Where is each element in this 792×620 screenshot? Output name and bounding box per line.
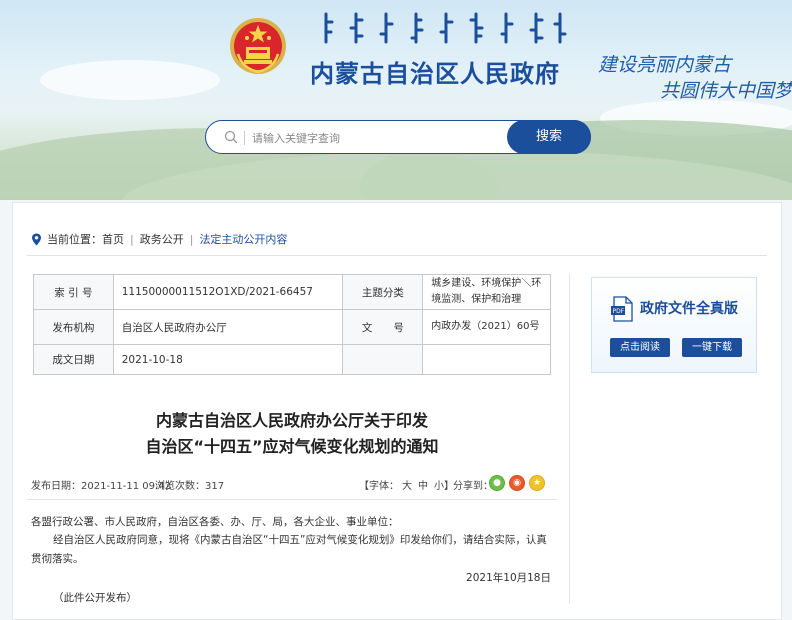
slogan-line1: 建设亮丽内蒙古 (598, 54, 732, 76)
breadcrumb-separator: | (130, 232, 134, 246)
search-icon (224, 130, 238, 144)
signing-date: 2021年10月18日 (466, 572, 551, 584)
download-button[interactable]: 一键下载 (682, 338, 742, 357)
pdf-document-icon: PDF (611, 296, 633, 322)
breadcrumb-current[interactable]: 法定主动公开内容 (199, 231, 287, 247)
search-input[interactable] (252, 129, 502, 147)
empty-cell (342, 344, 424, 375)
article-meta: 发布日期：2021-11-11 09:42 浏览次数：317 【字体：大中小】 … (31, 475, 551, 493)
date-value: 2021-10-18 (112, 344, 344, 375)
search-button[interactable]: 搜索 (507, 120, 591, 154)
document-info-table: 索 引 号 11150000011512O1XD/2021-66457 主题分类… (33, 274, 551, 375)
article-title-line2: 自治区“十四五”应对气候变化规划的通知 (145, 437, 439, 456)
read-online-button[interactable]: 点击阅读 (610, 338, 670, 357)
font-size-switcher: 【字体：大中小】 (359, 477, 457, 492)
favorite-star-icon[interactable]: ★ (529, 475, 545, 491)
content-card: 当前位置： 首页 | 政务公开 | 法定主动公开内容 索 引 号 1115000… (12, 202, 782, 620)
table-row: 成文日期 2021-10-18 (33, 344, 551, 375)
date-label: 成文日期 (33, 344, 114, 375)
sidebar-divider (569, 274, 570, 604)
cloud-decoration (40, 60, 220, 100)
mongolian-script-logo (324, 12, 567, 44)
svg-text:PDF: PDF (613, 308, 625, 315)
article-paragraph-addressees: 各盟行政公署、市人民政府，自治区各委、办、厅、局，各大企业、事业单位： (31, 516, 399, 528)
table-row: 索 引 号 11150000011512O1XD/2021-66457 主题分类… (33, 274, 551, 310)
publication-note: （此件公开发布） (53, 592, 137, 604)
topic-value: 城乡建设、环境保护＼环境监测、保护和治理 (422, 274, 551, 310)
issuer-value: 自治区人民政府办公厅 (112, 309, 344, 345)
breadcrumb-divider (27, 255, 767, 256)
docno-value: 内政办发（2021）60号 (422, 309, 551, 345)
topic-label: 主题分类 (342, 274, 424, 310)
index-value: 11150000011512O1XD/2021-66457 (112, 274, 344, 310)
view-count: 浏览次数：317 (155, 481, 225, 492)
issuer-label: 发布机构 (33, 309, 114, 345)
location-pin-icon (32, 233, 41, 245)
weibo-share-icon[interactable]: ◉ (509, 475, 525, 491)
font-small-button[interactable]: 小】 (434, 481, 454, 492)
site-title: 内蒙古自治区人民政府 (310, 60, 560, 88)
publish-date: 发布日期：2021-11-11 09:42 (31, 481, 172, 492)
share-label: 分享到： (453, 481, 493, 492)
index-label: 索 引 号 (33, 274, 114, 310)
docno-label: 文 号 (342, 309, 424, 345)
slogan-line2: 共圆伟大中国梦 (660, 80, 792, 102)
breadcrumb-gov-open[interactable]: 政务公开 (140, 231, 184, 247)
search-divider (244, 131, 245, 145)
header-banner: 内蒙古自治区人民政府 建设亮丽内蒙古 共圆伟大中国梦 搜索 (0, 0, 792, 200)
search-bar: 搜索 (205, 120, 591, 154)
breadcrumb-separator: | (189, 232, 194, 246)
font-medium-button[interactable]: 中 (418, 481, 428, 492)
table-row: 发布机构 自治区人民政府办公厅 文 号 内政办发（2021）60号 (33, 309, 551, 345)
wechat-share-icon[interactable]: ● (489, 475, 505, 491)
fulltext-title: 政府文件全真版 (640, 301, 738, 317)
font-large-button[interactable]: 大 (402, 481, 412, 492)
fulltext-version-panel: PDF 政府文件全真版 点击阅读 一键下载 (591, 277, 757, 373)
empty-cell (422, 344, 551, 375)
breadcrumb-home[interactable]: 首页 (102, 231, 124, 247)
article-paragraph-body: 经自治区人民政府同意，现将《内蒙古自治区“十四五”应对气候变化规划》印发给你们，… (31, 534, 547, 565)
national-emblem-icon (230, 18, 286, 74)
meta-divider (27, 499, 557, 500)
breadcrumb-label: 当前位置： (47, 233, 102, 246)
article-title-line1: 内蒙古自治区人民政府办公厅关于印发 (155, 411, 428, 430)
font-size-label: 【字体： (359, 481, 399, 492)
breadcrumb: 当前位置： 首页 | 政务公开 | 法定主动公开内容 (31, 231, 287, 247)
